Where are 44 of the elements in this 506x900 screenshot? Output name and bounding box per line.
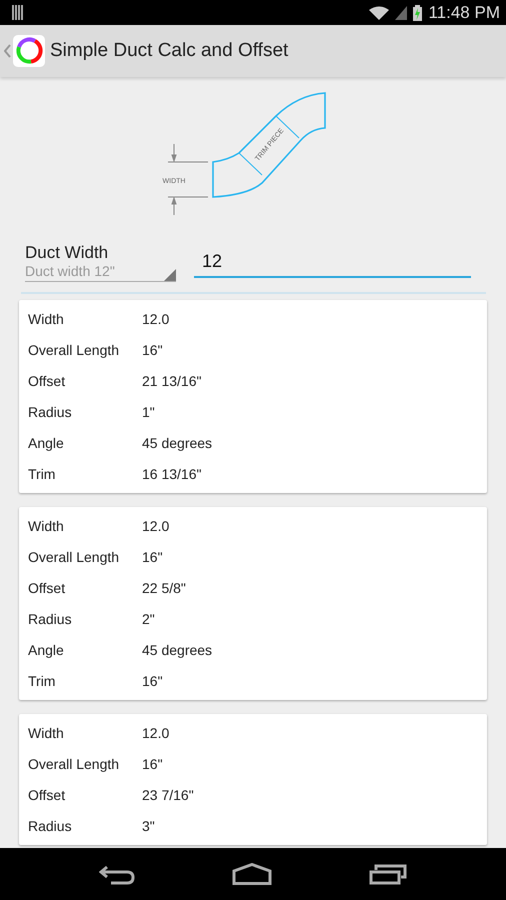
result-value: 12.0 <box>142 518 170 534</box>
duct-width-spinner[interactable]: Duct Width Duct width 12" <box>25 243 176 282</box>
result-label: Width <box>28 518 65 534</box>
battery-icon <box>413 4 422 20</box>
app-title: Simple Duct Calc and Offset <box>50 40 288 62</box>
back-icon[interactable] <box>98 863 135 885</box>
result-value: 1" <box>142 404 155 420</box>
result-label: Overall Length <box>28 756 120 772</box>
result-label: Trim <box>28 672 56 688</box>
result-label: Width <box>28 310 65 326</box>
result-label: Offset <box>28 372 66 388</box>
result-value: 23 7/16" <box>142 786 194 802</box>
result-value: 16" <box>142 548 163 564</box>
result-label: Width <box>28 724 65 740</box>
status-time: 11:48 PM <box>428 2 500 22</box>
result-label: Angle <box>28 434 65 450</box>
result-value: 16 13/16" <box>142 466 202 482</box>
result-value: 16" <box>142 342 163 358</box>
result-value: 22 5/8" <box>142 580 186 596</box>
width-input-field[interactable]: 12 <box>194 251 471 278</box>
result-value: 45 degrees <box>142 434 212 450</box>
result-label: Radius <box>28 610 73 626</box>
recent-apps-icon[interactable] <box>369 863 408 885</box>
result-value: 2" <box>142 610 155 626</box>
result-label: Radius <box>28 818 73 834</box>
result-value: 3" <box>142 818 155 834</box>
signal-icon <box>395 6 408 20</box>
result-value: 12.0 <box>142 310 170 326</box>
result-label: Offset <box>28 786 66 802</box>
result-value: 45 degrees <box>142 642 212 658</box>
result-value: 21 13/16" <box>142 372 202 388</box>
home-icon[interactable] <box>232 863 272 885</box>
result-value: 12.0 <box>142 724 170 740</box>
app-logo[interactable] <box>13 35 45 67</box>
wifi-icon <box>369 6 390 20</box>
result-label: Radius <box>28 404 73 420</box>
result-label: Offset <box>28 580 66 596</box>
result-label: Overall Length <box>28 342 120 358</box>
result-value: 16" <box>142 756 163 772</box>
result-value: 16" <box>142 672 163 688</box>
result-label: Angle <box>28 642 65 658</box>
result-label: Trim <box>28 466 56 482</box>
notification-icon <box>12 5 24 20</box>
result-label: Overall Length <box>28 548 120 564</box>
